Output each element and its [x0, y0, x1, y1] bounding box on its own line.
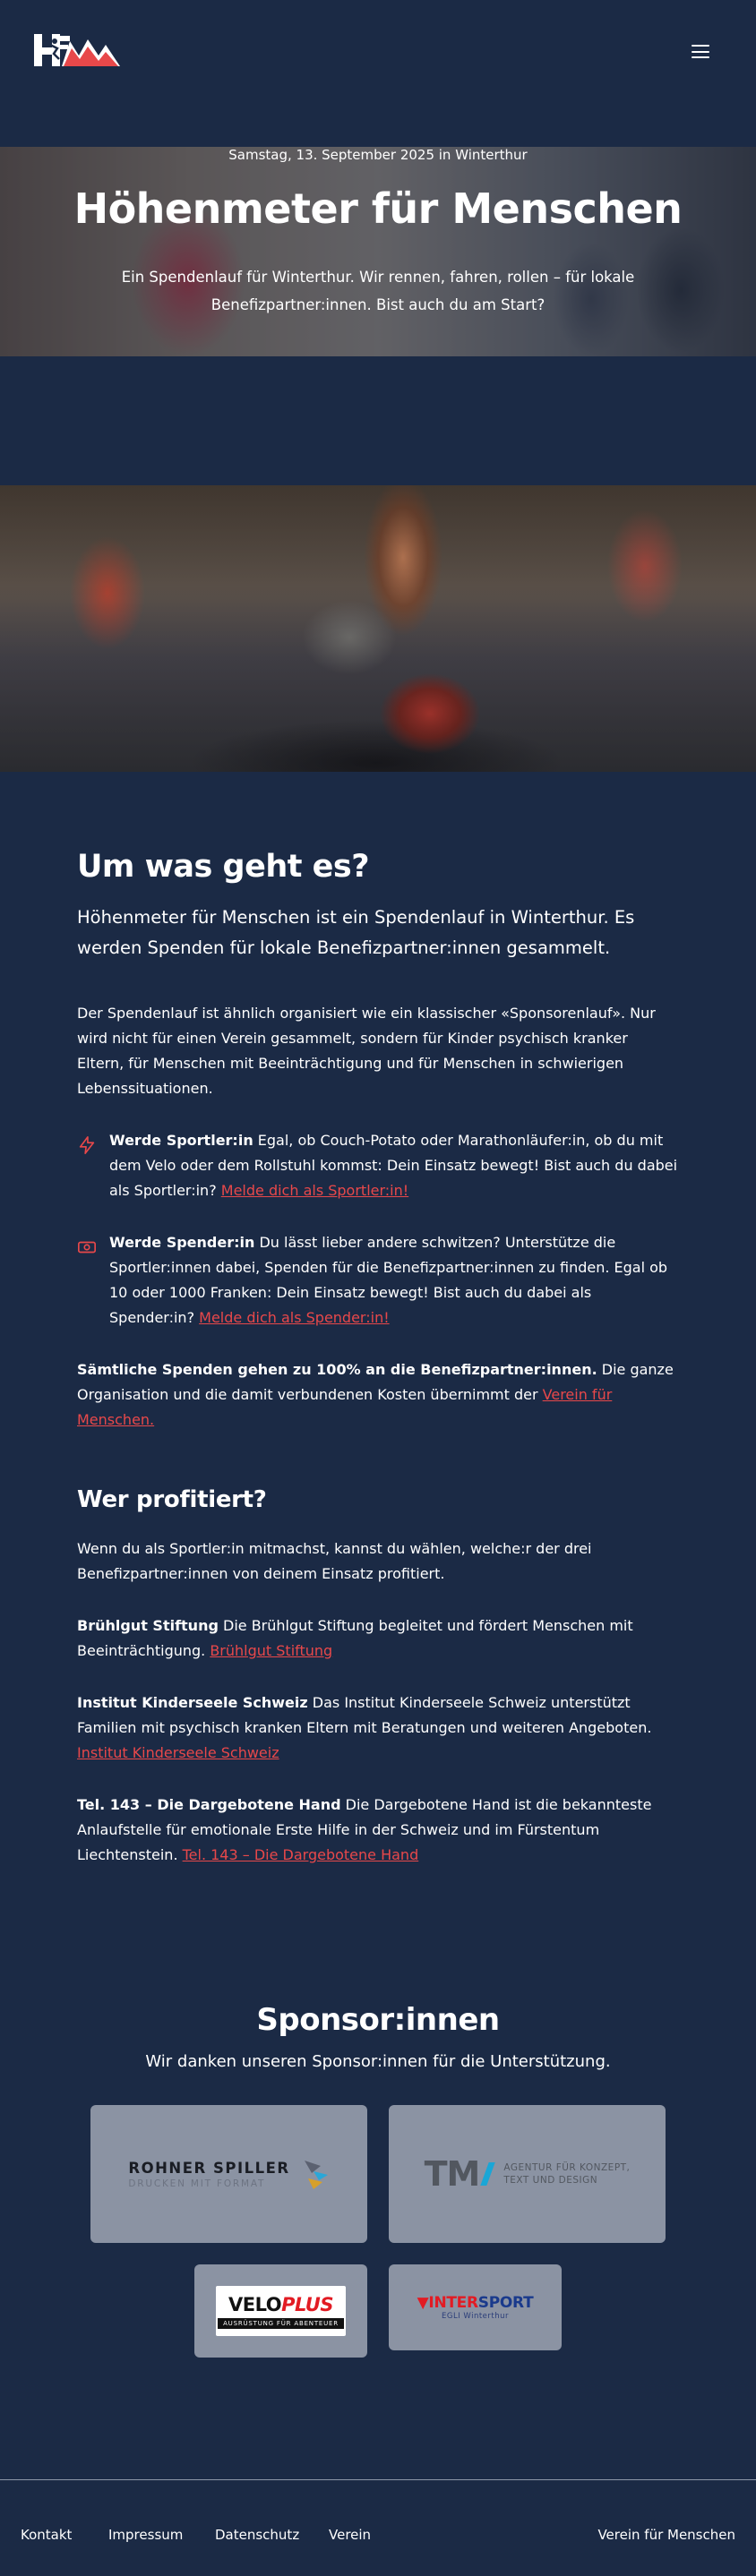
sponsor-card-rohner-spiller[interactable]: ROHNER SPILLER DRUCKEN MIT FORMAT: [90, 2105, 367, 2243]
sponsors-heading: Sponsor:innen: [256, 2002, 500, 2038]
sponsors-section: Sponsor:innen Wir danken unseren Sponsor…: [0, 2002, 756, 2379]
lightning-icon: [79, 1136, 95, 1154]
footer-link-datenschutz[interactable]: Datenschutz: [215, 2527, 299, 2543]
tm-mark: TM: [424, 2154, 481, 2194]
hamburger-line: [692, 50, 709, 53]
partner-name: Brühlgut Stiftung: [77, 1617, 219, 1634]
tm-line1: AGENTUR FÜR KONZEPT,: [503, 2162, 631, 2173]
partner-link-kinderseele[interactable]: Institut Kinderseele Schweiz: [77, 1744, 279, 1761]
partner-item: Brühlgut Stiftung Die Brühlgut Stiftung …: [77, 1613, 679, 1664]
footer-link-impressum[interactable]: Impressum: [108, 2527, 183, 2543]
hero-title: Höhenmeter für Menschen: [73, 184, 683, 233]
feature-sportler-title: Werde Sportler:in: [109, 1132, 253, 1149]
sponsor-card-veloplus[interactable]: VELOPLUS AUSRÜSTUNG FÜR ABENTEUER: [194, 2264, 367, 2358]
partner-item: Institut Kinderseele Schweiz Das Institu…: [77, 1690, 679, 1766]
main-content: Um was geht es? Höhenmeter für Menschen …: [0, 772, 756, 1868]
partner-link-143[interactable]: Tel. 143 – Die Dargebotene Hand: [183, 1846, 419, 1863]
tm-slash-icon: [480, 2162, 496, 2186]
rohner-spiller-name: ROHNER SPILLER: [128, 2159, 290, 2177]
intersport-sub: EGLI Winterthur: [441, 2312, 510, 2321]
sponsor-grid: ROHNER SPILLER DRUCKEN MIT FORMAT TM AGE…: [0, 2105, 756, 2379]
veloplus-tagline: AUSRÜSTUNG FÜR ABENTEUER: [218, 2317, 344, 2329]
feature-spender-text: Werde Spender:in Du lässt lieber andere …: [109, 1230, 679, 1331]
partner-name: Institut Kinderseele Schweiz: [77, 1694, 308, 1711]
hero-subtitle: Ein Spendenlauf für Winterthur. Wir renn…: [121, 269, 635, 313]
about-heading: Um was geht es?: [77, 849, 370, 885]
money-icon: [78, 1241, 96, 1254]
rohner-spiller-mark-icon: [304, 2161, 328, 2189]
intersport-sport: SPORT: [477, 2294, 534, 2312]
footer-link-kontakt[interactable]: Kontakt: [21, 2527, 72, 2543]
footer-link-verein-fuer-menschen[interactable]: Verein für Menschen: [597, 2527, 735, 2543]
register-athlete-link[interactable]: Melde dich als Sportler:in!: [221, 1182, 408, 1199]
sponsors-subtitle: Wir danken unseren Sponsor:innen für die…: [145, 2052, 611, 2071]
hamburger-line: [692, 56, 709, 58]
site-header: [0, 0, 756, 100]
about-body: Der Spendenlauf ist ähnlich organisiert …: [77, 1005, 656, 1097]
hamburger-menu-button[interactable]: [692, 45, 709, 58]
runner-shoes-image: [0, 485, 756, 772]
donations-bold: Sämtliche Spenden gehen zu 100% an die B…: [77, 1361, 597, 1378]
site-footer: Kontakt Impressum Datenschutz Verein Ver…: [0, 2479, 756, 2576]
veloplus-plus: PLUS: [281, 2293, 333, 2315]
feature-spender-title: Werde Spender:in: [109, 1234, 255, 1251]
hero-date: Samstag, 13. September 2025 in Winterthu…: [228, 147, 528, 163]
hamburger-line: [692, 45, 709, 47]
sponsor-card-tm[interactable]: TM AGENTUR FÜR KONZEPT, TEXT UND DESIGN: [389, 2105, 666, 2243]
beneficiaries-heading: Wer profitiert?: [77, 1486, 267, 1513]
footer-link-verein[interactable]: Verein: [329, 2527, 371, 2543]
intersport-inter: INTER: [428, 2294, 478, 2312]
hero-background-image: [0, 147, 756, 356]
donations-note: Sämtliche Spenden gehen zu 100% an die B…: [77, 1357, 679, 1433]
register-donor-link[interactable]: Melde dich als Spender:in!: [199, 1309, 389, 1326]
partner-name: Tel. 143 – Die Dargebotene Hand: [77, 1796, 341, 1813]
about-lead: Höhenmeter für Menschen ist ein Spendenl…: [77, 907, 635, 958]
partner-link-bruehlgut[interactable]: Brühlgut Stiftung: [210, 1642, 332, 1659]
beneficiaries-intro: Wenn du als Sportler:in mitmachst, kanns…: [77, 1540, 592, 1582]
sponsor-card-intersport[interactable]: ▼INTERSPORT EGLI Winterthur: [389, 2264, 562, 2350]
partner-item: Tel. 143 – Die Dargebotene Hand Die Darg…: [77, 1793, 679, 1868]
veloplus-velo: VELO: [228, 2293, 282, 2315]
feature-sportler: Werde Sportler:in Egal, ob Couch-Potato …: [77, 1128, 679, 1203]
feature-spender: Werde Spender:in Du lässt lieber andere …: [77, 1230, 679, 1331]
rohner-spiller-tagline: DRUCKEN MIT FORMAT: [128, 2178, 266, 2189]
hfm-logo[interactable]: [34, 32, 120, 68]
tm-line2: TEXT UND DESIGN: [503, 2175, 598, 2186]
feature-sportler-text: Werde Sportler:in Egal, ob Couch-Potato …: [109, 1128, 679, 1203]
